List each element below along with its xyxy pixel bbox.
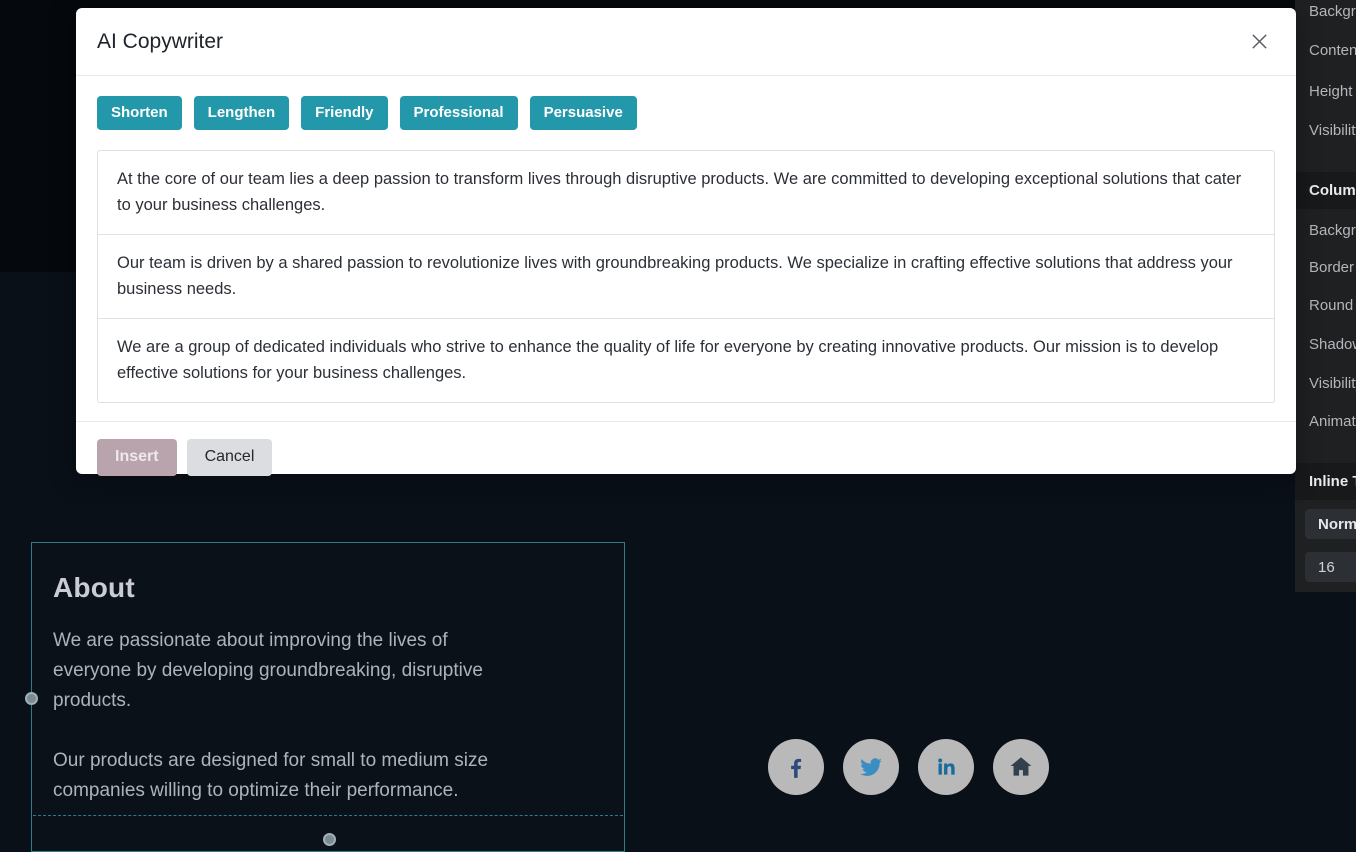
linkedin-link[interactable]: [918, 739, 974, 795]
sidebar-item-background[interactable]: Background: [1309, 3, 1356, 20]
sidebar-item-round-corners[interactable]: Round Corners: [1309, 297, 1356, 314]
font-size-input[interactable]: 16: [1305, 552, 1356, 582]
home-link[interactable]: [993, 739, 1049, 795]
sidebar-item-content[interactable]: Content: [1309, 42, 1356, 59]
tone-button-persuasive[interactable]: Persuasive: [530, 96, 637, 130]
section-paragraph-2: Our products are designed for small to m…: [53, 746, 523, 806]
app-root: About We are passionate about improving …: [0, 0, 1356, 592]
sidebar-item-shadow[interactable]: Shadow: [1309, 336, 1356, 353]
tone-button-friendly[interactable]: Friendly: [301, 96, 387, 130]
sidebar-item-col-visibility[interactable]: Visibility: [1309, 375, 1356, 392]
linkedin-icon: [933, 754, 959, 780]
facebook-icon: [783, 754, 809, 780]
close-icon[interactable]: [1242, 25, 1276, 59]
home-icon: [1008, 754, 1034, 780]
twitter-link[interactable]: [843, 739, 899, 795]
sidebar-item-visibility[interactable]: Visibility: [1309, 122, 1356, 139]
facebook-link[interactable]: [768, 739, 824, 795]
social-links: [768, 739, 1049, 795]
insert-button[interactable]: Insert: [97, 439, 177, 476]
tone-button-lengthen[interactable]: Lengthen: [194, 96, 290, 130]
ai-copywriter-dialog: AI Copywriter Shorten Lengthen Friendly …: [76, 8, 1296, 474]
tone-button-row: Shorten Lengthen Friendly Professional P…: [97, 96, 1275, 130]
tone-button-shorten[interactable]: Shorten: [97, 96, 182, 130]
cancel-button[interactable]: Cancel: [187, 439, 273, 476]
suggestion-item[interactable]: We are a group of dedicated individuals …: [98, 319, 1274, 402]
section-heading: About: [53, 572, 135, 604]
resize-handle-left[interactable]: [25, 692, 38, 705]
resize-handle-bottom[interactable]: [323, 833, 336, 846]
dialog-footer: Insert Cancel: [76, 421, 1296, 476]
sidebar-item-height[interactable]: Height: [1309, 83, 1352, 100]
sidebar-item-col-background[interactable]: Background: [1309, 222, 1356, 239]
dialog-body: Shorten Lengthen Friendly Professional P…: [76, 76, 1296, 403]
suggestion-item[interactable]: At the core of our team lies a deep pass…: [98, 151, 1274, 235]
sidebar-heading-inline-text: Inline Text: [1295, 463, 1356, 500]
sidebar-heading-column: Column: [1295, 172, 1356, 209]
twitter-icon: [858, 754, 884, 780]
dialog-title: AI Copywriter: [97, 30, 223, 54]
sidebar-item-col-border[interactable]: Border: [1309, 259, 1354, 276]
section-paragraph-1: We are passionate about improving the li…: [53, 626, 523, 716]
tone-button-professional[interactable]: Professional: [400, 96, 518, 130]
properties-sidebar: Background Content Height Visibility Col…: [1295, 0, 1356, 592]
suggestion-list: At the core of our team lies a deep pass…: [97, 150, 1275, 403]
font-weight-select[interactable]: Normal: [1305, 509, 1356, 539]
selected-section[interactable]: About We are passionate about improving …: [31, 542, 625, 852]
sidebar-item-animation[interactable]: Animation: [1309, 413, 1356, 430]
dialog-header: AI Copywriter: [76, 8, 1296, 76]
section-inner: About We are passionate about improving …: [33, 544, 623, 816]
suggestion-item[interactable]: Our team is driven by a shared passion t…: [98, 235, 1274, 319]
